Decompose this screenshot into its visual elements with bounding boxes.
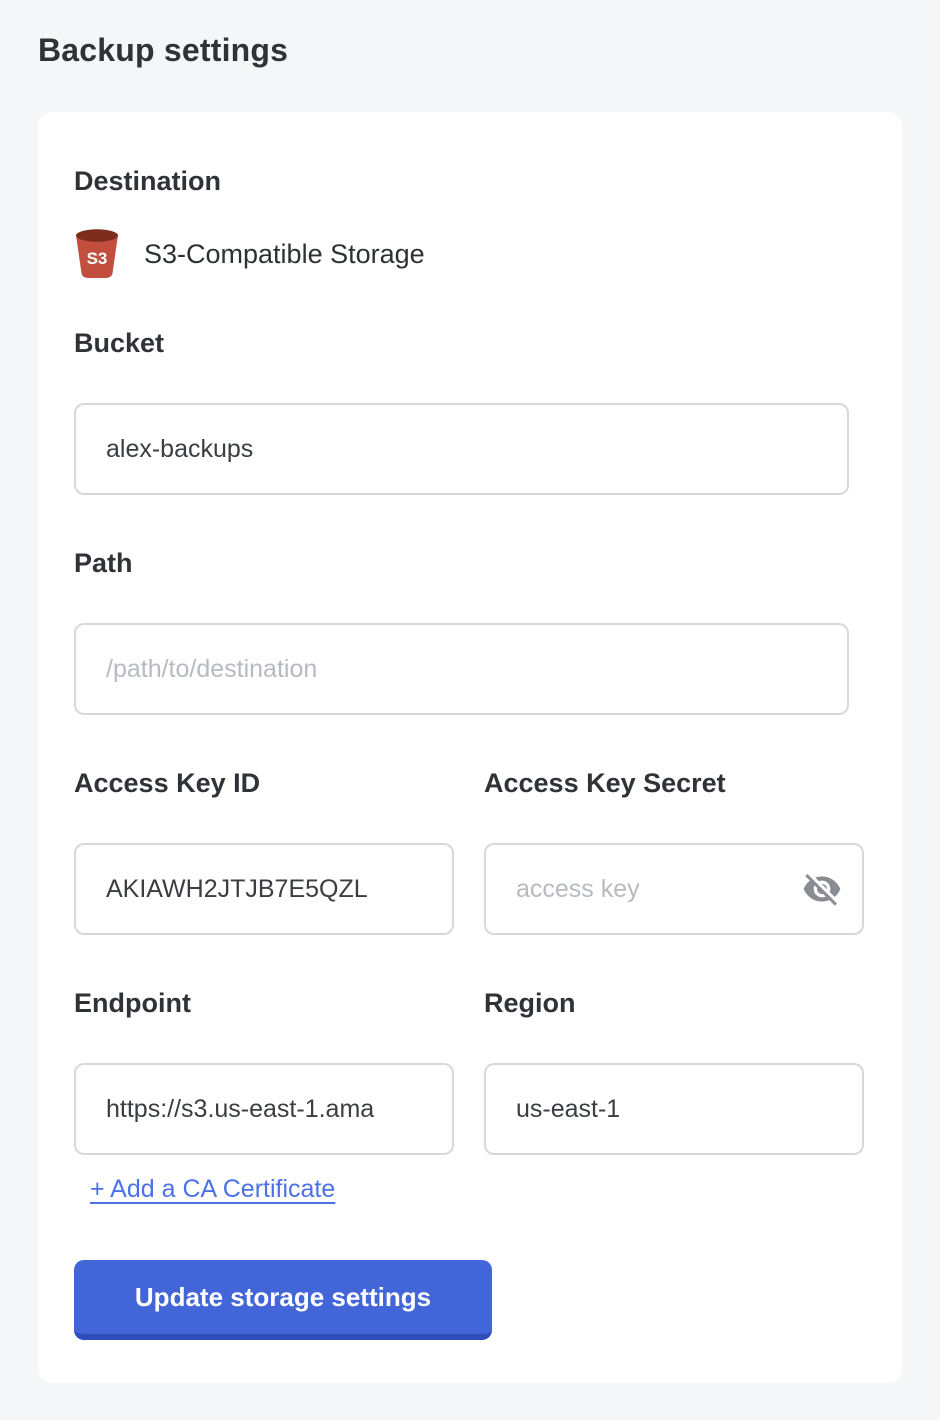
endpoint-input[interactable] — [74, 1063, 454, 1155]
bucket-label: Bucket — [74, 328, 866, 358]
path-input[interactable] — [74, 623, 849, 715]
toggle-secret-visibility-button[interactable] — [800, 867, 844, 911]
access-key-inputs-row — [74, 843, 866, 935]
destination-label: Destination — [74, 166, 866, 196]
access-key-id-label: Access Key ID — [74, 768, 454, 798]
s3-icon-text: S3 — [87, 249, 108, 268]
access-key-secret-label: Access Key Secret — [484, 768, 864, 798]
backup-settings-card: Destination S3 S3-Compatible Storage Buc… — [38, 112, 902, 1383]
access-key-secret-wrap — [484, 843, 864, 935]
access-key-id-input[interactable] — [74, 843, 454, 935]
s3-bucket-icon: S3 — [74, 228, 120, 280]
page-title: Backup settings — [38, 0, 902, 70]
backup-settings-page: Backup settings Destination S3 S3-Compat… — [0, 0, 940, 1383]
path-label: Path — [74, 548, 866, 578]
destination-value-row: S3 S3-Compatible Storage — [74, 228, 866, 280]
update-storage-settings-button[interactable]: Update storage settings — [74, 1260, 492, 1340]
bucket-field-group: Bucket — [74, 328, 866, 495]
add-ca-certificate-link[interactable]: + Add a CA Certificate — [90, 1175, 335, 1204]
bucket-input[interactable] — [74, 403, 849, 495]
endpoint-label: Endpoint — [74, 988, 454, 1018]
access-key-labels-row: Access Key ID Access Key Secret — [74, 768, 866, 798]
endpoint-region-inputs-row — [74, 1063, 866, 1155]
region-input[interactable] — [484, 1063, 864, 1155]
eye-off-icon — [802, 869, 842, 909]
path-field-group: Path — [74, 548, 866, 715]
region-label: Region — [484, 988, 864, 1018]
destination-selected-value: S3-Compatible Storage — [144, 239, 425, 270]
endpoint-region-labels-row: Endpoint Region — [74, 988, 866, 1018]
